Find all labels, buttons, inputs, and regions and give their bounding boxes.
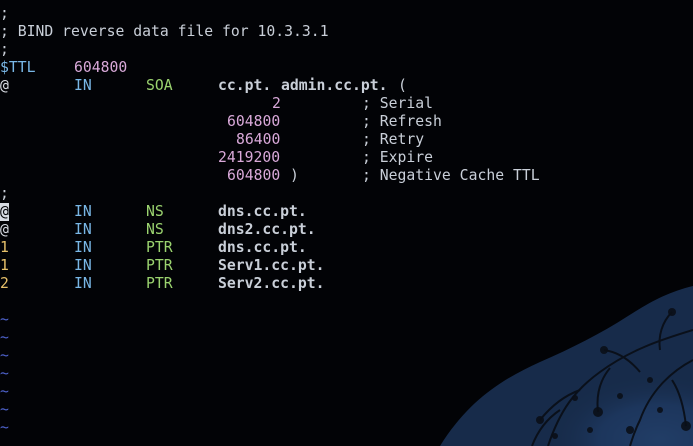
soa-class: IN <box>74 77 92 94</box>
soa-serial-value: 2 <box>272 95 281 112</box>
record-line: @ IN NS dns.cc.pt. <box>0 203 693 221</box>
record-owner: @ <box>0 221 9 238</box>
record-line: 1 IN PTR dns.cc.pt. <box>0 239 693 257</box>
soa-expire-value: 2419200 <box>218 149 281 166</box>
record-owner: 2 <box>0 275 9 292</box>
comment-line: ; <box>0 41 693 59</box>
record-owner: 1 <box>0 239 9 256</box>
soa-field-refresh: 604800 ; Refresh <box>0 113 693 131</box>
empty-line-marker: ~ <box>0 329 693 347</box>
soa-close-paren: ) <box>290 167 299 184</box>
record-class: IN <box>74 221 92 238</box>
tilde-marker: ~ <box>0 347 9 364</box>
tilde-marker: ~ <box>0 311 9 328</box>
record-type: PTR <box>146 239 173 256</box>
editor-buffer[interactable]: ; ; BIND reverse data file for 10.3.3.1 … <box>0 5 693 437</box>
comment-text: ; <box>0 5 9 22</box>
record-target: Serv2.cc.pt. <box>218 275 325 292</box>
empty-line-marker: ~ <box>0 419 693 437</box>
soa-expire-comment: ; Expire <box>362 149 434 166</box>
record-type: NS <box>146 221 164 238</box>
record-line: 1 IN PTR Serv1.cc.pt. <box>0 257 693 275</box>
soa-negative-ttl-value: 604800 <box>227 167 281 184</box>
tilde-marker: ~ <box>0 365 9 382</box>
empty-line-marker: ~ <box>0 383 693 401</box>
record-class: IN <box>74 275 92 292</box>
cursor-owner[interactable]: @ <box>0 203 9 221</box>
soa-negative-ttl-comment: ; Negative Cache TTL <box>362 167 540 184</box>
empty-line-marker: ~ <box>0 347 693 365</box>
ttl-directive: $TTL <box>0 59 36 76</box>
tilde-marker: ~ <box>0 329 9 346</box>
soa-field-retry: 86400 ; Retry <box>0 131 693 149</box>
file-title-comment: ; BIND reverse data file for 10.3.3.1 <box>0 23 329 40</box>
soa-refresh-comment: ; Refresh <box>362 113 442 130</box>
soa-type: SOA <box>146 77 173 94</box>
ttl-line: $TTL 604800 <box>0 59 693 77</box>
soa-retry-value: 86400 <box>236 131 281 148</box>
record-owner: 1 <box>0 257 9 274</box>
record-class: IN <box>74 239 92 256</box>
empty-line-marker: ~ <box>0 365 693 383</box>
empty-line-marker: ~ <box>0 401 693 419</box>
soa-primary-ns: cc.pt. <box>218 77 272 94</box>
record-target: dns.cc.pt. <box>218 203 307 220</box>
soa-retry-comment: ; Retry <box>362 131 425 148</box>
soa-line: @ IN SOA cc.pt. admin.cc.pt. ( <box>0 77 693 95</box>
record-target: Serv1.cc.pt. <box>218 257 325 274</box>
soa-field-negative-ttl: 604800 ) ; Negative Cache TTL <box>0 167 693 185</box>
tilde-marker: ~ <box>0 383 9 400</box>
tilde-marker: ~ <box>0 419 9 436</box>
comment-text: ; <box>0 185 9 202</box>
soa-owner: @ <box>0 77 9 94</box>
soa-open-paren: ( <box>398 77 407 94</box>
soa-refresh-value: 604800 <box>227 113 281 130</box>
terminal-window[interactable]: ; ; BIND reverse data file for 10.3.3.1 … <box>0 0 693 446</box>
comment-line-separator: ; <box>0 185 693 203</box>
record-target: dns2.cc.pt. <box>218 221 316 238</box>
soa-field-expire: 2419200 ; Expire <box>0 149 693 167</box>
soa-serial-comment: ; Serial <box>362 95 434 112</box>
soa-admin-email: admin.cc.pt. <box>281 77 388 94</box>
record-class: IN <box>74 257 92 274</box>
comment-line-title: ; BIND reverse data file for 10.3.3.1 <box>0 23 693 41</box>
record-class: IN <box>74 203 92 220</box>
comment-line: ; <box>0 5 693 23</box>
tilde-marker: ~ <box>0 401 9 418</box>
record-target: dns.cc.pt. <box>218 239 307 256</box>
comment-text: ; <box>0 41 9 58</box>
empty-line-marker: ~ <box>0 311 693 329</box>
soa-field-serial: 2 ; Serial <box>0 95 693 113</box>
record-type: PTR <box>146 275 173 292</box>
ttl-value: 604800 <box>74 59 128 76</box>
record-line: @ IN NS dns2.cc.pt. <box>0 221 693 239</box>
record-line: 2 IN PTR Serv2.cc.pt. <box>0 275 693 293</box>
record-type: PTR <box>146 257 173 274</box>
record-type: NS <box>146 203 164 220</box>
